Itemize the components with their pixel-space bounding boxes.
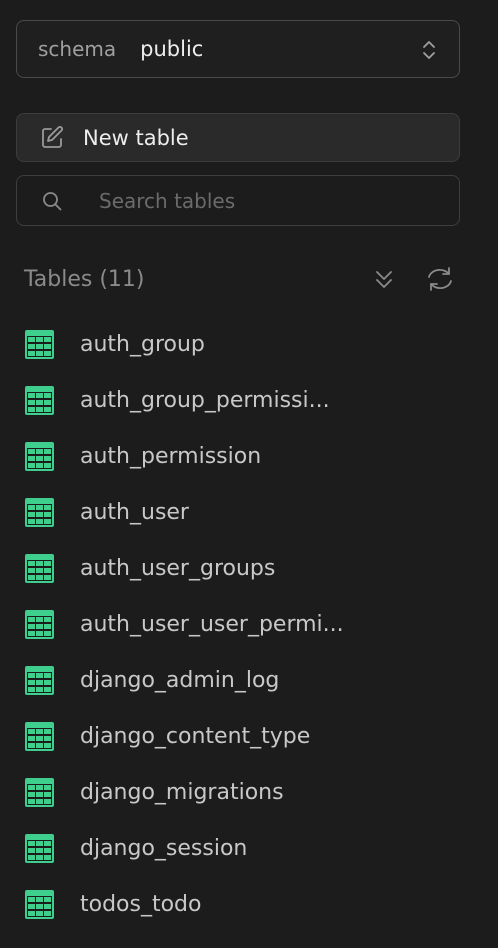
new-table-label: New table (83, 125, 189, 150)
table-name: django_migrations (80, 779, 284, 805)
table-grid-icon (25, 777, 54, 807)
table-list-item[interactable]: auth_group (0, 316, 498, 372)
table-list-item[interactable]: todos_todo (0, 876, 498, 932)
search-icon (43, 191, 62, 210)
table-grid-icon (25, 609, 54, 639)
table-grid-icon (25, 665, 54, 695)
table-name: auth_user (80, 499, 189, 525)
table-list-item[interactable]: django_admin_log (0, 652, 498, 708)
table-list-item[interactable]: django_content_type (0, 708, 498, 764)
schema-select[interactable]: schema public (16, 20, 460, 78)
table-list-item[interactable]: auth_user (0, 484, 498, 540)
table-list-item[interactable]: django_migrations (0, 764, 498, 820)
schema-label: schema (38, 37, 117, 61)
table-name: auth_user_groups (80, 555, 276, 581)
table-name: auth_group_permissi... (80, 387, 330, 413)
table-name: todos_todo (80, 891, 202, 917)
chevrons-up-down-icon (423, 41, 435, 59)
table-name: django_session (80, 835, 248, 861)
chevrons-down-icon[interactable] (372, 266, 396, 292)
table-list: auth_group auth_group_permissi... auth_p… (0, 316, 498, 932)
table-grid-icon (25, 553, 54, 583)
table-list-item[interactable]: django_session (0, 820, 498, 876)
edit-icon (42, 125, 63, 148)
table-grid-icon (25, 721, 54, 751)
table-grid-icon (25, 385, 54, 415)
table-list-item[interactable]: auth_user_user_permi... (0, 596, 498, 652)
refresh-icon[interactable] (425, 266, 455, 292)
table-name: django_admin_log (80, 667, 280, 693)
search-input[interactable] (99, 188, 419, 213)
table-name: django_content_type (80, 723, 311, 749)
table-editor-sidebar: schema public New table Tables (11) (0, 0, 498, 948)
tables-count-title: Tables (11) (24, 266, 145, 292)
search-box[interactable] (16, 175, 460, 226)
table-name: auth_permission (80, 443, 262, 469)
table-grid-icon (25, 329, 54, 359)
tables-header: Tables (11) (24, 262, 464, 296)
table-grid-icon (25, 833, 54, 863)
table-name: auth_group (80, 331, 205, 357)
table-grid-icon (25, 889, 54, 919)
table-list-item[interactable]: auth_group_permissi... (0, 372, 498, 428)
schema-value: public (140, 37, 204, 61)
table-grid-icon (25, 497, 54, 527)
table-grid-icon (25, 441, 54, 471)
new-table-button[interactable]: New table (16, 113, 460, 162)
table-name: auth_user_user_permi... (80, 611, 344, 637)
table-list-item[interactable]: auth_user_groups (0, 540, 498, 596)
table-list-item[interactable]: auth_permission (0, 428, 498, 484)
